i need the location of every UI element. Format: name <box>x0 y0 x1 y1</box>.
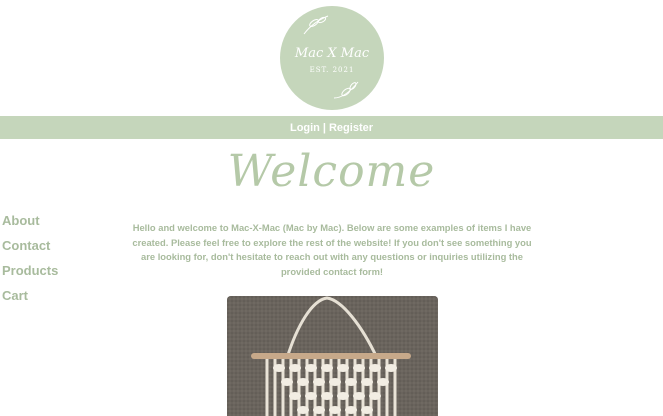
nav-products[interactable]: Products <box>2 262 58 287</box>
logo-subtitle: EST. 2021 <box>309 66 355 74</box>
auth-bar: Login | Register <box>0 116 663 139</box>
leaf-sprig-icon <box>303 15 329 35</box>
logo-circle: Mac X Mac EST. 2021 <box>280 6 384 110</box>
macrame-wall-hanging-image <box>227 296 438 416</box>
login-link[interactable]: Login <box>290 122 320 134</box>
register-link[interactable]: Register <box>329 122 373 134</box>
intro-text: Hello and welcome to Mac-X-Mac (Mac by M… <box>132 222 532 277</box>
logo-title: Mac X Mac <box>294 46 370 61</box>
welcome-heading: Welcome <box>227 146 436 197</box>
product-image <box>227 296 438 416</box>
auth-separator: | <box>322 121 326 134</box>
nav-about[interactable]: About <box>2 212 58 237</box>
nav-contact[interactable]: Contact <box>2 237 58 262</box>
side-nav: About Contact Products Cart <box>2 212 58 312</box>
nav-cart[interactable]: Cart <box>2 287 58 312</box>
logo[interactable]: Mac X Mac EST. 2021 <box>280 6 384 110</box>
leaf-sprig-icon <box>333 81 359 99</box>
